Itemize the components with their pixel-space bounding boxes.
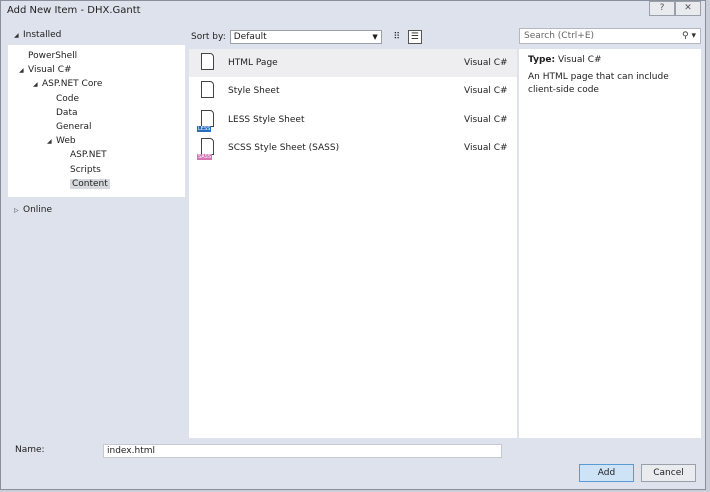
tree-item[interactable]: ◢ Web xyxy=(8,134,185,148)
add-new-item-dialog: Add New Item - DHX.Gantt ? ✕ ◢ Installed … xyxy=(0,0,706,490)
sort-label: Sort by: xyxy=(191,32,226,42)
online-label: Online xyxy=(23,205,53,215)
grid-icon: ⠿ xyxy=(393,32,401,42)
type-label: Type: xyxy=(528,55,556,65)
small-icons-view-button[interactable]: ⠿ xyxy=(390,30,404,44)
tree-item-label: Code xyxy=(56,93,80,104)
tree-item[interactable]: PowerShell xyxy=(8,49,185,63)
file-badge: LESS xyxy=(197,125,212,132)
installed-label: Installed xyxy=(23,30,62,40)
tree-item-label: ASP.NET Core xyxy=(42,79,103,90)
template-language: Visual C# xyxy=(464,114,508,125)
search-placeholder: Search (Ctrl+E) xyxy=(524,31,595,41)
sort-value: Default xyxy=(233,32,267,42)
tree-item[interactable]: Content xyxy=(8,177,185,191)
sort-toolbar: Sort by: Default ▼ ⠿ ☰ xyxy=(191,29,422,45)
tree-item[interactable]: Data xyxy=(8,106,185,120)
list-icon: ☰ xyxy=(410,32,419,42)
tree-header-installed[interactable]: ◢ Installed xyxy=(8,26,185,45)
dialog-title: Add New Item - DHX.Gantt xyxy=(7,5,141,16)
template-name: SCSS Style Sheet (SASS) xyxy=(228,143,340,154)
template-row[interactable]: LESS LESS Style Sheet Visual C# xyxy=(189,106,517,134)
tree-item-label: Visual C# xyxy=(28,65,72,76)
template-language: Visual C# xyxy=(464,58,508,69)
name-label: Name: xyxy=(15,445,45,455)
template-language: Visual C# xyxy=(464,86,508,97)
template-row[interactable]: SASS SCSS Style Sheet (SASS) Visual C# xyxy=(189,134,517,162)
template-tree: PowerShell ◢ Visual C# ◢ ASP.NET Core Code Dat… xyxy=(8,45,185,197)
tree-item[interactable]: ASP.NET xyxy=(8,148,185,162)
template-row[interactable]: Style Sheet Visual C# xyxy=(189,77,517,105)
template-tree-panel: ◢ Installed PowerShell ◢ Visual C# ◢ ASP.NET … xyxy=(8,26,185,436)
template-name: LESS Style Sheet xyxy=(228,114,305,125)
tree-item-label: General xyxy=(56,121,92,132)
css-file-icon xyxy=(199,81,217,101)
chevron-down-icon: ▼ xyxy=(372,33,378,41)
sort-dropdown[interactable]: Default ▼ xyxy=(229,30,382,44)
type-value: Visual C# xyxy=(557,55,602,65)
tree-header-online[interactable]: ▷ Online xyxy=(8,201,185,220)
description: An HTML page that can include client-sid… xyxy=(528,72,669,95)
template-name: HTML Page xyxy=(228,58,278,69)
search-input[interactable]: Search (Ctrl+E) ⚲ ▾ xyxy=(519,28,701,44)
tree-item-label: Scripts xyxy=(70,164,101,175)
search-icon[interactable]: ⚲ ▾ xyxy=(682,29,696,43)
tree-item-label: ASP.NET xyxy=(70,150,107,161)
tree-item[interactable]: General xyxy=(8,120,185,134)
tree-item-label: Content xyxy=(70,178,110,189)
file-badge: SASS xyxy=(197,154,213,161)
cancel-button[interactable]: Cancel xyxy=(641,464,696,482)
tree-item[interactable]: ◢ ASP.NET Core xyxy=(8,77,185,91)
details-panel: Type: Visual C# An HTML page that can in… xyxy=(519,49,701,438)
scss-file-icon: SASS xyxy=(197,138,217,161)
expanded-triangle-icon: ◢ xyxy=(14,32,19,39)
close-button[interactable]: ✕ xyxy=(675,1,701,16)
collapsed-triangle-icon: ▷ xyxy=(14,207,19,214)
expanded-triangle-icon: ◢ xyxy=(47,138,52,146)
html-file-icon xyxy=(199,53,217,73)
name-input[interactable]: index.html xyxy=(103,444,502,458)
template-language: Visual C# xyxy=(464,143,508,154)
template-row[interactable]: HTML Page Visual C# xyxy=(189,49,517,78)
template-list: HTML Page Visual C# Style Sheet Visual C# LE… xyxy=(189,49,517,438)
tree-item[interactable]: ◢ Visual C# xyxy=(8,63,185,77)
template-name: Style Sheet xyxy=(228,86,280,97)
tree-item[interactable]: Scripts xyxy=(8,163,185,177)
tree-item-label: Web xyxy=(56,136,76,147)
tree-item[interactable]: Code xyxy=(8,92,185,106)
less-file-icon: LESS xyxy=(197,109,217,132)
list-view-button[interactable]: ☰ xyxy=(407,30,422,44)
expanded-triangle-icon: ◢ xyxy=(33,81,38,89)
tree-item-label: Data xyxy=(56,107,78,118)
add-button[interactable]: Add xyxy=(579,464,634,482)
expanded-triangle-icon: ◢ xyxy=(19,67,24,75)
help-button[interactable]: ? xyxy=(649,1,675,16)
tree-item-label: PowerShell xyxy=(28,51,78,61)
